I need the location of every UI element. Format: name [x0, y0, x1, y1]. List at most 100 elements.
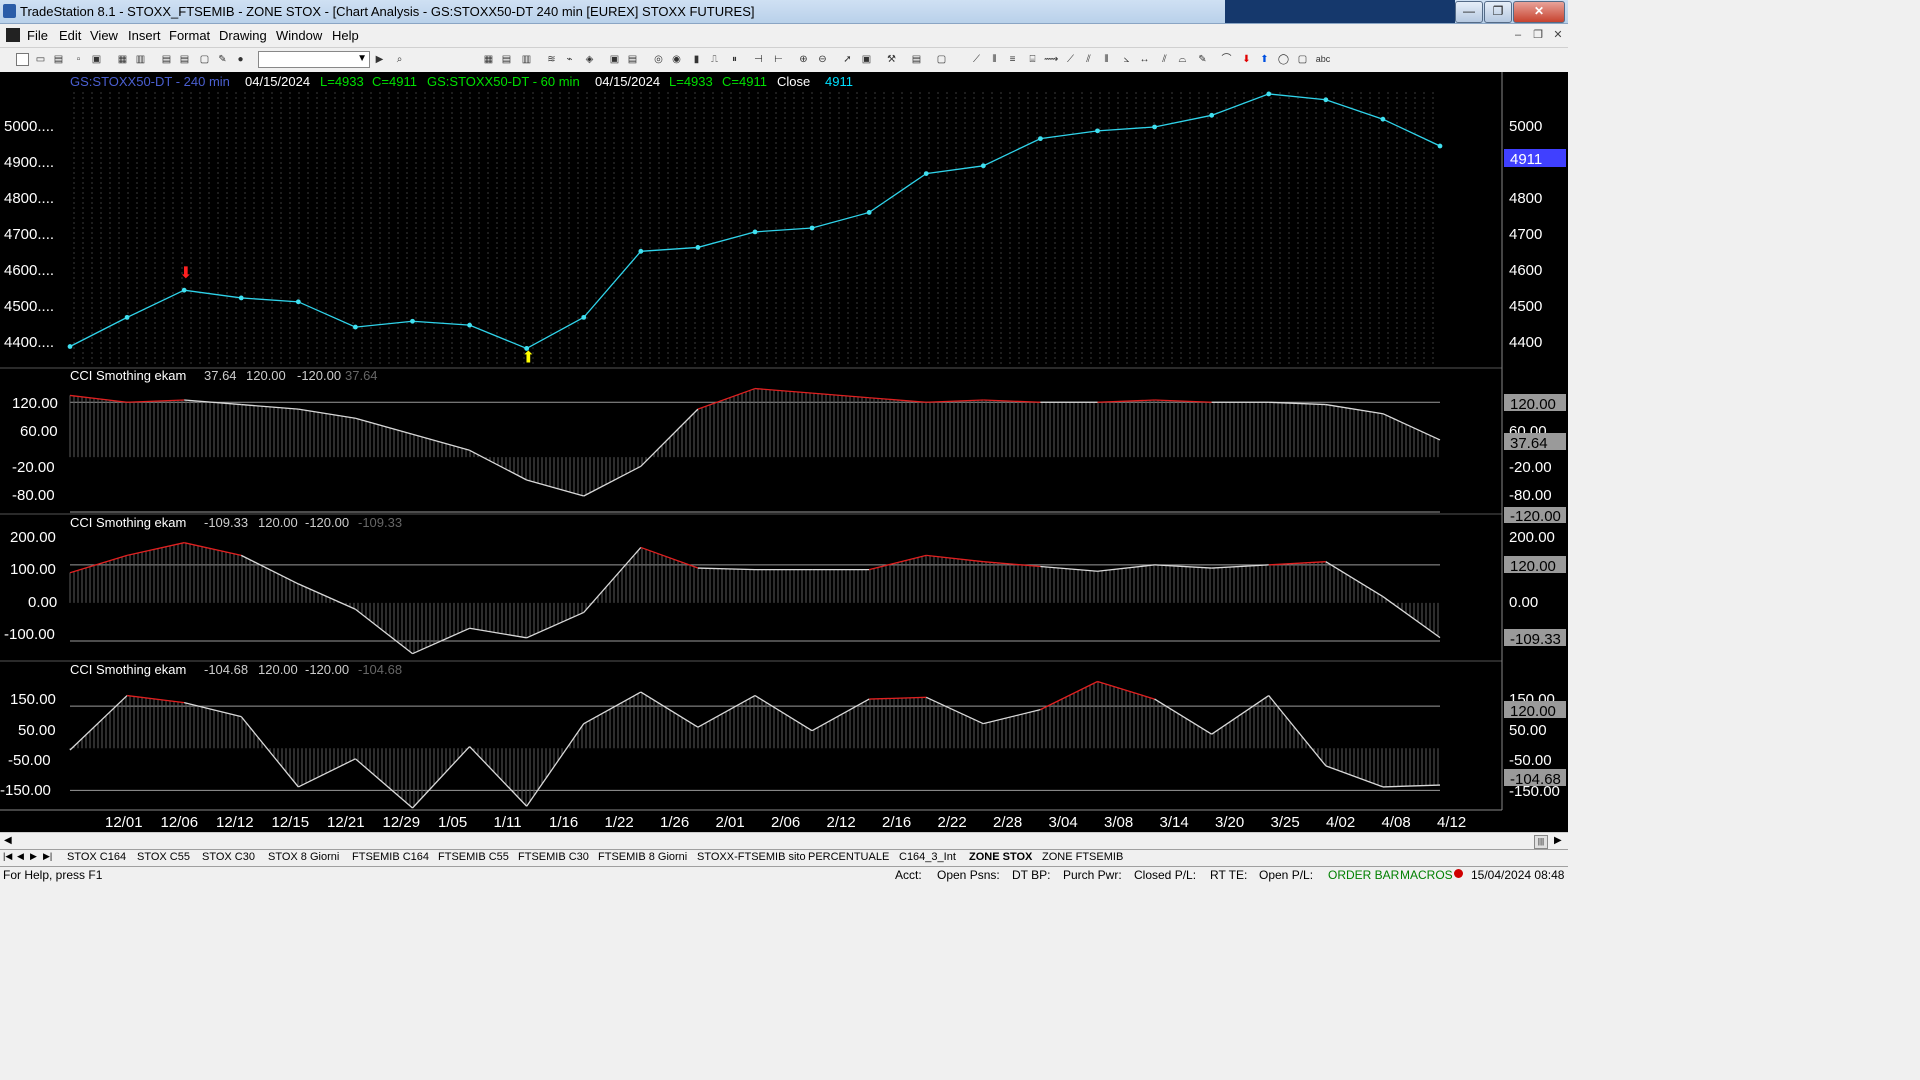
chart-tool-icon[interactable]: ▤: [626, 53, 639, 66]
sheet-tab-zone-ftsemib[interactable]: ZONE FTSEMIB: [1042, 851, 1123, 863]
sheet-tab-stox-c30[interactable]: STOX C30: [202, 851, 255, 863]
menu-window[interactable]: Window: [276, 28, 322, 43]
sheet-tab-zone-stox[interactable]: ZONE STOX: [969, 851, 1032, 863]
pointer-icon[interactable]: ➚: [841, 53, 854, 66]
chart-canvas[interactable]: GS:STOXX50-DT - 240 min 04/15/2024 L=493…: [0, 72, 1568, 832]
sheet-tab-ftsemib-c164[interactable]: FTSEMIB C164: [352, 851, 429, 863]
drawing-tool-icon[interactable]: ⌸: [1026, 53, 1039, 66]
chart-tool-icon[interactable]: ⊢: [772, 53, 785, 66]
sheet-tab-stox-c55[interactable]: STOX C55: [137, 851, 190, 863]
chart-tool-icon[interactable]: ⊣: [752, 53, 765, 66]
chart-tool-icon[interactable]: ▦: [482, 53, 495, 66]
chart-tool-icon[interactable]: ◉: [670, 53, 683, 66]
scroll-left-icon[interactable]: ◀: [4, 835, 12, 846]
mdi-minimize-icon[interactable]: –: [1510, 28, 1526, 43]
scroll-right-icon[interactable]: ▶: [1554, 835, 1562, 846]
ellipse-icon[interactable]: ◯: [1277, 53, 1290, 66]
sheet-tab-ftsemib-8-giorni[interactable]: FTSEMIB 8 Giorni: [598, 851, 687, 863]
chart-tool-icon[interactable]: ▣: [608, 53, 621, 66]
sheet-tab-ftsemib-c30[interactable]: FTSEMIB C30: [518, 851, 589, 863]
chart-tool-icon[interactable]: ▢: [935, 53, 948, 66]
tab-nav-last-icon[interactable]: ▶|: [43, 851, 52, 862]
drawing-tool-icon[interactable]: ⫽: [1158, 53, 1171, 66]
chart-tool-icon[interactable]: ≋: [545, 53, 558, 66]
tab-nav-first-icon[interactable]: |◀: [3, 851, 12, 862]
chart-tool-icon[interactable]: ▣: [860, 53, 873, 66]
zoom-out-icon[interactable]: ⊖: [816, 53, 829, 66]
chart-tool-icon[interactable]: ▤: [500, 53, 513, 66]
chart-area[interactable]: GS:STOXX50-DT - 240 min 04/15/2024 L=493…: [0, 72, 1568, 832]
menu-insert[interactable]: Insert: [128, 28, 161, 43]
open-folder-icon[interactable]: ▭: [34, 53, 47, 66]
menu-help[interactable]: Help: [332, 28, 359, 43]
save-icon[interactable]: ▣: [90, 53, 103, 66]
sheet-tab-stox-8-giorni[interactable]: STOX 8 Giorni: [268, 851, 339, 863]
double-arrow-icon[interactable]: ↔: [1138, 53, 1151, 66]
drawing-tool-icon[interactable]: ⫽: [1082, 53, 1095, 66]
sheet-tab-c164-3-int[interactable]: C164_3_Int: [899, 851, 956, 863]
vertical-lines-icon[interactable]: ⦀: [988, 53, 1001, 66]
symbol-combobox[interactable]: ▼: [258, 51, 370, 68]
text-tool-icon[interactable]: abc: [1313, 53, 1333, 66]
maximize-button[interactable]: ❐: [1484, 1, 1512, 23]
buy-arrow-icon[interactable]: ⬆: [1258, 53, 1271, 66]
mdi-restore-icon[interactable]: ❐: [1530, 28, 1546, 43]
pencil-icon[interactable]: ✎: [1196, 53, 1209, 66]
open-workspace-icon[interactable]: ▤: [52, 53, 65, 66]
new-window-icon[interactable]: ▫: [72, 53, 85, 66]
chart-tool-icon[interactable]: ▮: [690, 53, 703, 66]
tradestation-app-icon[interactable]: [3, 4, 16, 18]
mdi-close-icon[interactable]: ✕: [1550, 28, 1566, 43]
sheet-tab-stoxx-ftsemib-sito[interactable]: STOXX-FTSEMIB sito: [697, 851, 806, 863]
chart-tool-icon[interactable]: ⏸: [728, 53, 741, 66]
drawing-tool-icon[interactable]: ⌓: [1176, 53, 1189, 66]
find-symbol-icon[interactable]: ⌕: [393, 53, 406, 66]
sheet-tab-percentuale[interactable]: PERCENTUALE: [808, 851, 889, 863]
settings-tool-icon[interactable]: ⚒: [885, 53, 898, 66]
drawing-tool-icon[interactable]: ⦣: [1120, 53, 1133, 66]
cci-line-segment: [1154, 698, 1213, 735]
cut-icon[interactable]: ▤: [160, 53, 173, 66]
horizontal-scrollbar[interactable]: ◀ ||| ▶: [0, 832, 1568, 850]
drawing-tool-icon[interactable]: ⦀: [1100, 53, 1113, 66]
lock-icon[interactable]: ▢: [198, 53, 211, 66]
status-order-bar[interactable]: ORDER BAR: [1328, 868, 1399, 882]
zoom-in-icon[interactable]: ⊕: [797, 53, 810, 66]
scroll-thumb[interactable]: |||: [1534, 835, 1548, 849]
menu-format[interactable]: Format: [169, 28, 210, 43]
rectangle-icon[interactable]: ▢: [1296, 53, 1309, 66]
menu-drawing[interactable]: Drawing: [219, 28, 267, 43]
close-button[interactable]: ✕: [1513, 1, 1565, 23]
chart-tool-icon[interactable]: ⌁: [563, 53, 576, 66]
sell-arrow-icon[interactable]: ⬇: [1240, 53, 1253, 66]
chart-tool-icon[interactable]: ◈: [583, 53, 596, 66]
drawing-tool-icon[interactable]: ⟋: [1064, 53, 1077, 66]
status-macros[interactable]: MACROS: [1400, 868, 1453, 882]
tab-nav-prev-icon[interactable]: ◀: [17, 851, 24, 862]
horizontal-lines-icon[interactable]: ≡: [1006, 53, 1019, 66]
tab-nav-next-icon[interactable]: ▶: [30, 851, 37, 862]
menu-file[interactable]: File: [27, 28, 48, 43]
chart-tool-icon[interactable]: ▤: [910, 53, 923, 66]
macro-icon[interactable]: ✎: [216, 53, 229, 66]
print-preview-icon[interactable]: ▦: [116, 53, 129, 66]
menu-view[interactable]: View: [90, 28, 118, 43]
drawing-tool-icon[interactable]: ⟿: [1044, 53, 1058, 66]
chart-tool-icon[interactable]: ▥: [520, 53, 533, 66]
print-icon[interactable]: ▥: [134, 53, 147, 66]
header-low-2: L=4933: [669, 74, 713, 89]
chart-document-icon[interactable]: [6, 28, 20, 42]
sheet-tab-ftsemib-c55[interactable]: FTSEMIB C55: [438, 851, 509, 863]
chevron-down-icon[interactable]: ▼: [357, 53, 367, 64]
play-arrow-icon[interactable]: ▶: [373, 53, 386, 66]
color-icon[interactable]: ●: [234, 53, 247, 66]
new-icon[interactable]: [16, 53, 29, 66]
chart-tool-icon[interactable]: ⎍: [708, 53, 721, 66]
arc-icon[interactable]: ⌒: [1220, 53, 1233, 66]
copy-icon[interactable]: ▤: [178, 53, 191, 66]
sheet-tab-stox-c164[interactable]: STOX C164: [67, 851, 126, 863]
trendline-icon[interactable]: ⟋: [970, 53, 983, 66]
chart-tool-icon[interactable]: ◎: [652, 53, 665, 66]
minimize-button[interactable]: —: [1455, 1, 1483, 23]
menu-edit[interactable]: Edit: [59, 28, 81, 43]
